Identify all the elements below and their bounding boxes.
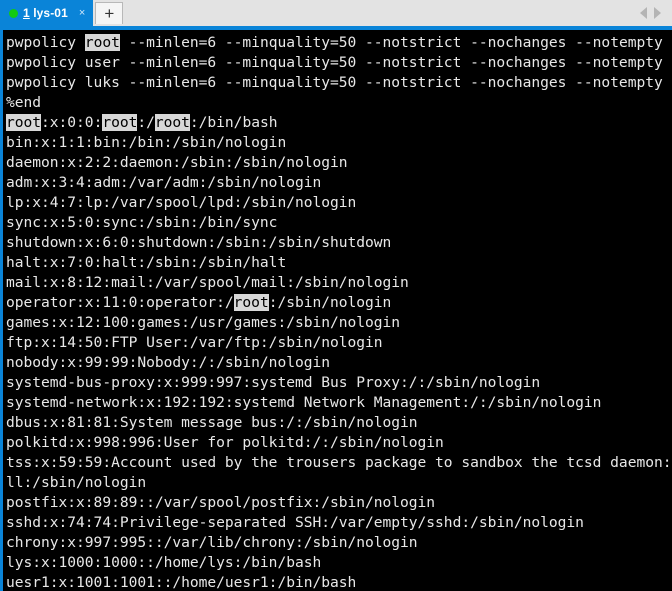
terminal-line: bin:x:1:1:bin:/bin:/sbin/nologin <box>6 133 672 153</box>
terminal-text: bin:x:1:1:bin:/bin:/sbin/nologin <box>6 134 287 151</box>
terminal-text: ll:/sbin/nologin <box>6 474 147 491</box>
terminal-text: :x:0:0: <box>41 114 103 131</box>
terminal-text: nobody:x:99:99:Nobody:/:/sbin/nologin <box>6 354 330 371</box>
terminal-line: dbus:x:81:81:System message bus:/:/sbin/… <box>6 413 672 433</box>
terminal-text: :/sbin/nologin <box>268 294 392 311</box>
terminal-line: lp:x:4:7:lp:/var/spool/lpd:/sbin/nologin <box>6 193 672 213</box>
terminal-line: systemd-network:x:192:192:systemd Networ… <box>6 393 672 413</box>
terminal-line: uesr1:x:1001:1001::/home/uesr1:/bin/bash <box>6 573 672 591</box>
close-icon[interactable]: × <box>79 7 85 19</box>
terminal-text: games:x:12:100:games:/usr/games:/sbin/no… <box>6 314 401 331</box>
search-match-highlight: root <box>6 114 42 131</box>
terminal-text: chrony:x:997:995::/var/lib/chrony:/sbin/… <box>6 534 418 551</box>
terminal-text: dbus:x:81:81:System message bus:/:/sbin/… <box>6 414 418 431</box>
terminal-line: nobody:x:99:99:Nobody:/:/sbin/nologin <box>6 353 672 373</box>
search-match-highlight: root <box>233 294 269 311</box>
tab-scroll-controls <box>640 0 672 26</box>
chevron-left-icon[interactable] <box>640 7 647 19</box>
terminal-line: lys:x:1000:1000::/home/lys:/bin/bash <box>6 553 672 573</box>
terminal-text: halt:x:7:0:halt:/sbin:/sbin/halt <box>6 254 287 271</box>
terminal-line: root:x:0:0:root:/root:/bin/bash <box>6 113 672 133</box>
terminal-line: daemon:x:2:2:daemon:/sbin:/sbin/nologin <box>6 153 672 173</box>
terminal-text: %end <box>6 94 42 111</box>
terminal-pane[interactable]: pwpolicy root --minlen=6 --minquality=50… <box>0 30 672 591</box>
terminal-text: pwpolicy luks --minlen=6 --minquality=50… <box>6 74 663 91</box>
terminal-text: ftp:x:14:50:FTP User:/var/ftp:/sbin/nolo… <box>6 334 383 351</box>
terminal-line: polkitd:x:998:996:User for polkitd:/:/sb… <box>6 433 672 453</box>
tab-number: 1 <box>23 6 30 20</box>
terminal-text: pwpolicy user --minlen=6 --minquality=50… <box>6 54 663 71</box>
terminal-text: uesr1:x:1001:1001::/home/uesr1:/bin/bash <box>6 574 357 591</box>
terminal-text: lp:x:4:7:lp:/var/spool/lpd:/sbin/nologin <box>6 194 357 211</box>
terminal-tab-lys-01[interactable]: 1 lys-01 × <box>0 0 94 26</box>
terminal-text: systemd-network:x:192:192:systemd Networ… <box>6 394 602 411</box>
terminal-text: pwpolicy <box>6 34 85 51</box>
connection-status-dot-icon <box>9 8 18 18</box>
terminal-line: sshd:x:74:74:Privilege-separated SSH:/va… <box>6 513 672 533</box>
terminal-text: mail:x:8:12:mail:/var/spool/mail:/sbin/n… <box>6 274 409 291</box>
terminal-text: polkitd:x:998:996:User for polkitd:/:/sb… <box>6 434 444 451</box>
tab-session-name: lys-01 <box>29 6 68 20</box>
terminal-line: halt:x:7:0:halt:/sbin:/sbin/halt <box>6 253 672 273</box>
new-tab-button[interactable]: + <box>95 2 124 24</box>
terminal-line: operator:x:11:0:operator:/root:/sbin/nol… <box>6 293 672 313</box>
terminal-text: :/bin/bash <box>189 114 278 131</box>
terminal-line: ll:/sbin/nologin <box>6 473 672 493</box>
search-match-highlight: root <box>102 114 138 131</box>
terminal-text: postfix:x:89:89::/var/spool/postfix:/sbi… <box>6 494 436 511</box>
terminal-line: games:x:12:100:games:/usr/games:/sbin/no… <box>6 313 672 333</box>
chevron-right-icon[interactable] <box>654 7 661 19</box>
terminal-line: chrony:x:997:995::/var/lib/chrony:/sbin/… <box>6 533 672 553</box>
terminal-text: daemon:x:2:2:daemon:/sbin:/sbin/nologin <box>6 154 348 171</box>
terminal-text: tss:x:59:59:Account used by the trousers… <box>6 454 672 471</box>
terminal-line: mail:x:8:12:mail:/var/spool/mail:/sbin/n… <box>6 273 672 293</box>
search-match-highlight: root <box>84 34 120 51</box>
terminal-text: lys:x:1000:1000::/home/lys:/bin/bash <box>6 554 322 571</box>
tab-strip: 1 lys-01 × + <box>0 0 124 26</box>
terminal-text: operator:x:11:0:operator:/ <box>6 294 234 311</box>
terminal-line: pwpolicy user --minlen=6 --minquality=50… <box>6 53 672 73</box>
terminal-line: adm:x:3:4:adm:/var/adm:/sbin/nologin <box>6 173 672 193</box>
terminal-line: postfix:x:89:89::/var/spool/postfix:/sbi… <box>6 493 672 513</box>
terminal-text: --minlen=6 --minquality=50 --notstrict -… <box>119 34 663 51</box>
terminal-screen: pwpolicy root --minlen=6 --minquality=50… <box>6 33 672 591</box>
tab-label: 1 lys-01 <box>23 6 68 20</box>
terminal-text: shutdown:x:6:0:shutdown:/sbin:/sbin/shut… <box>6 234 392 251</box>
terminal-text: :/ <box>137 114 155 131</box>
terminal-text: sshd:x:74:74:Privilege-separated SSH:/va… <box>6 514 584 531</box>
search-match-highlight: root <box>154 114 190 131</box>
terminal-line: %end <box>6 93 672 113</box>
terminal-line: sync:x:5:0:sync:/sbin:/bin/sync <box>6 213 672 233</box>
tab-bar-spacer <box>123 0 640 26</box>
terminal-text: adm:x:3:4:adm:/var/adm:/sbin/nologin <box>6 174 322 191</box>
terminal-line: ftp:x:14:50:FTP User:/var/ftp:/sbin/nolo… <box>6 333 672 353</box>
tab-bar: 1 lys-01 × + <box>0 0 672 30</box>
terminal-text: sync:x:5:0:sync:/sbin:/bin/sync <box>6 214 278 231</box>
terminal-text: systemd-bus-proxy:x:999:997:systemd Bus … <box>6 374 541 391</box>
terminal-line: tss:x:59:59:Account used by the trousers… <box>6 453 672 473</box>
terminal-line: pwpolicy root --minlen=6 --minquality=50… <box>6 33 672 53</box>
terminal-line: systemd-bus-proxy:x:999:997:systemd Bus … <box>6 373 672 393</box>
terminal-line: shutdown:x:6:0:shutdown:/sbin:/sbin/shut… <box>6 233 672 253</box>
terminal-line: pwpolicy luks --minlen=6 --minquality=50… <box>6 73 672 93</box>
